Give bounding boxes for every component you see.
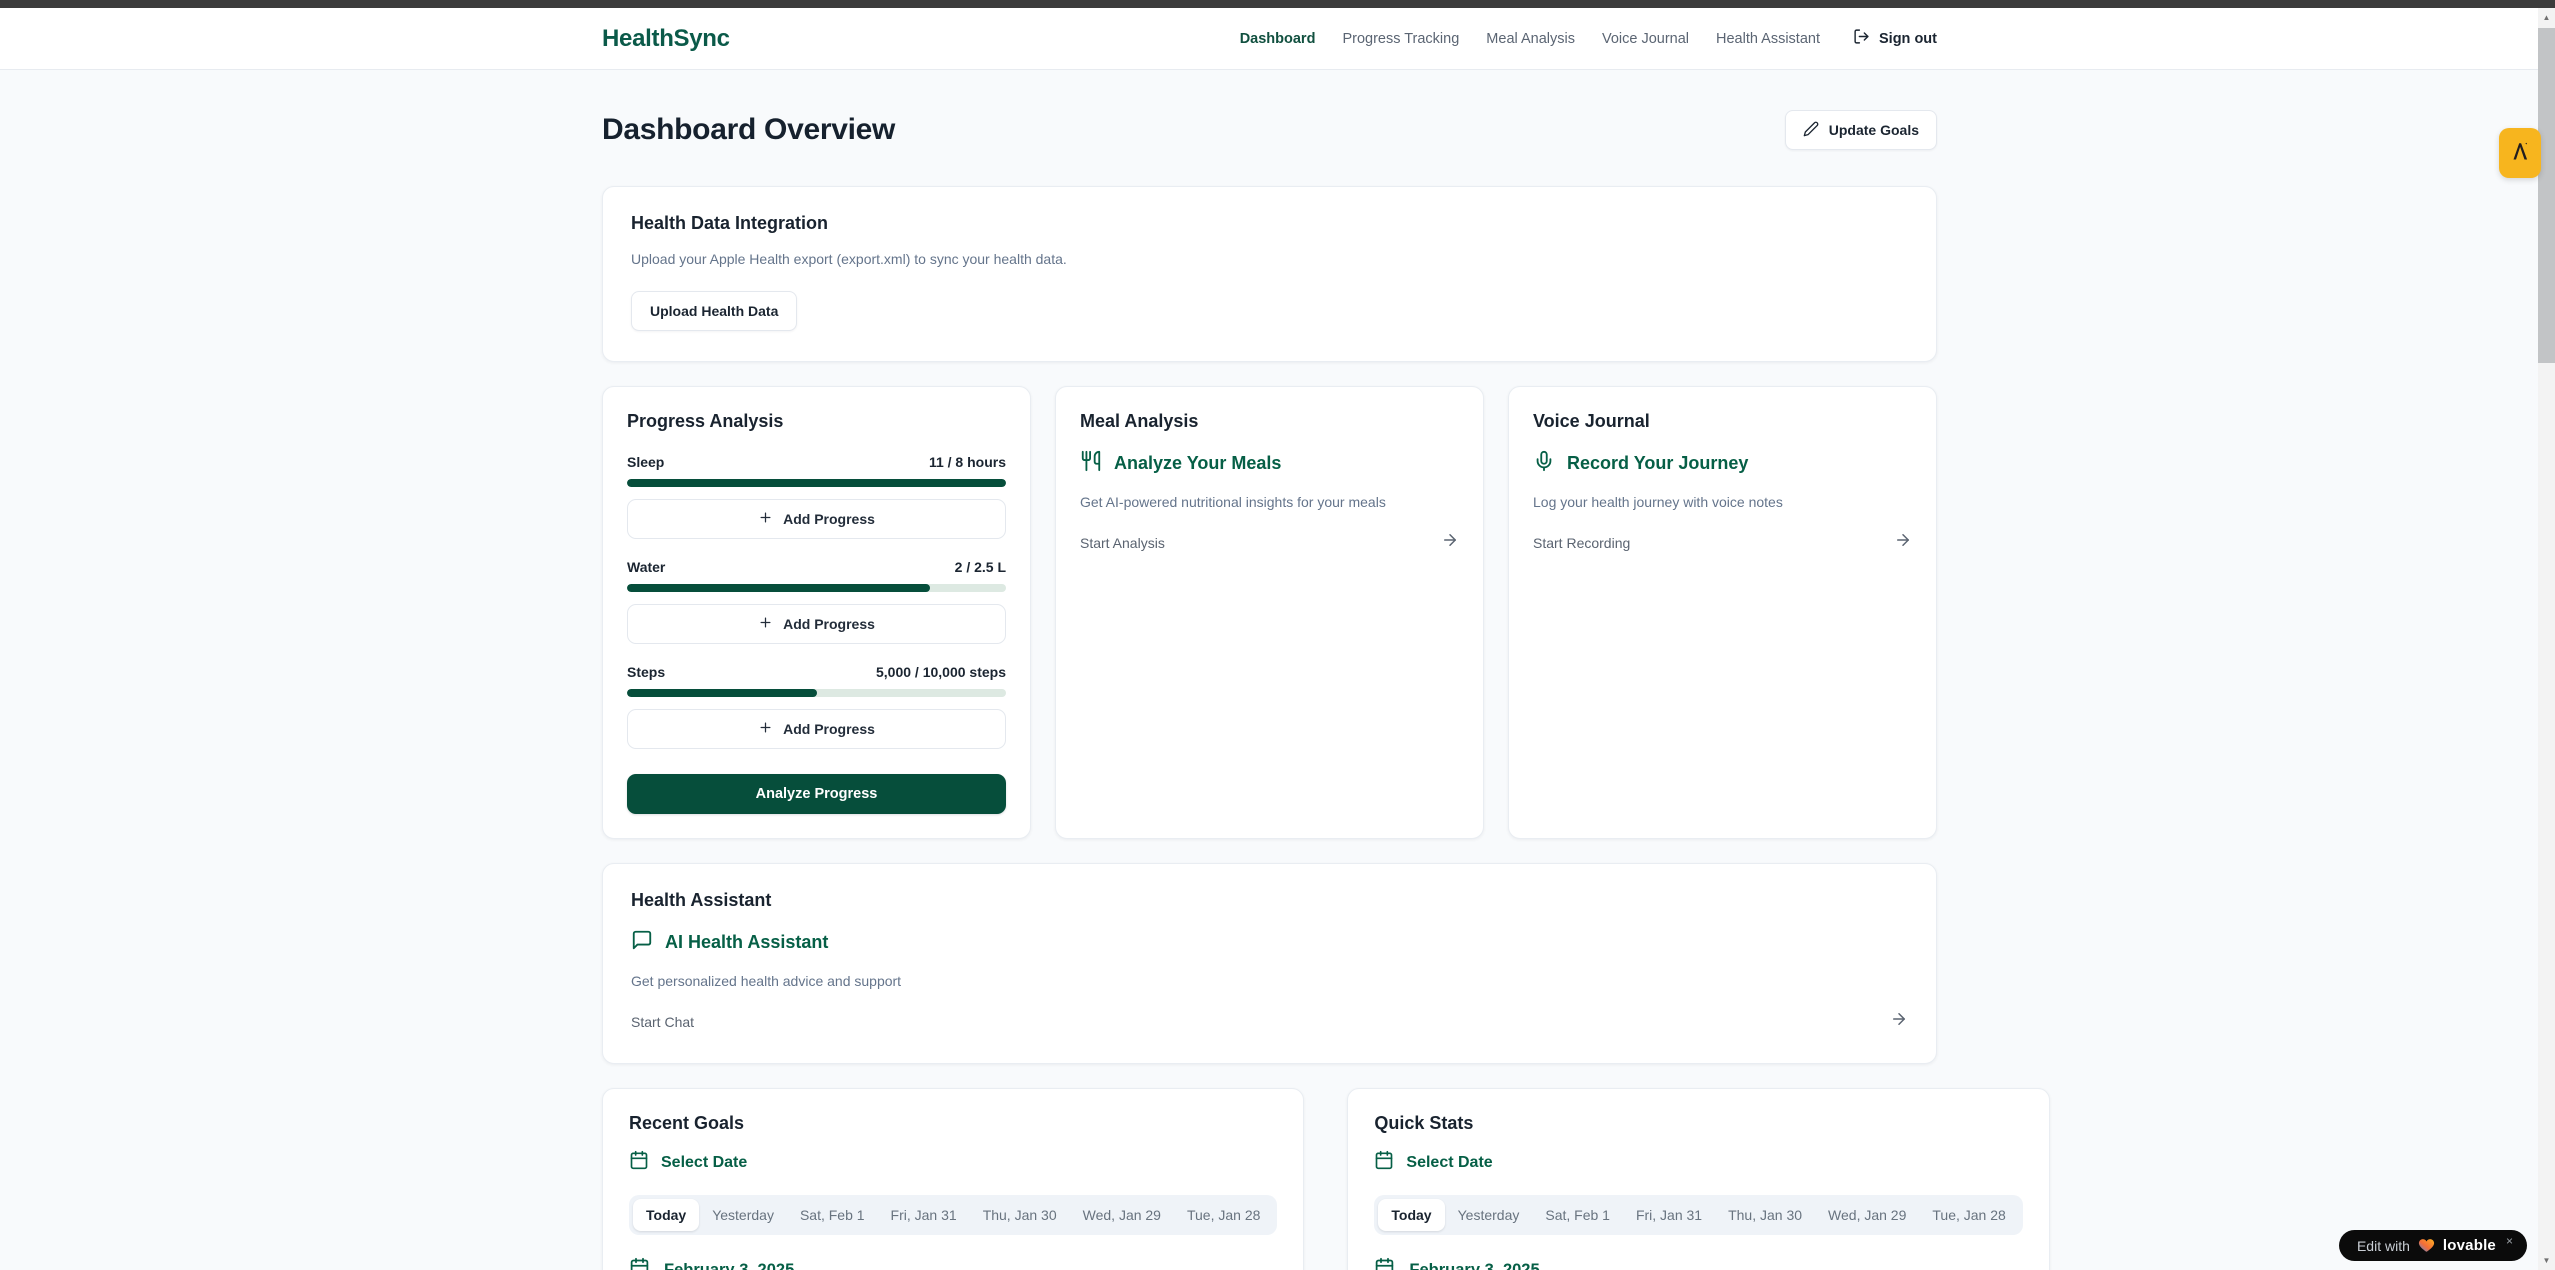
lovable-logo-icon — [2508, 139, 2532, 168]
steps-metric: Steps 5,000 / 10,000 steps Add Progress — [627, 664, 1006, 749]
scrollbar-thumb[interactable] — [2538, 28, 2555, 363]
start-recording-link[interactable]: Start Recording — [1533, 531, 1912, 554]
page-title: Dashboard Overview — [602, 113, 895, 147]
nav-dashboard[interactable]: Dashboard — [1240, 31, 1316, 47]
recent-goals-select-date[interactable]: Select Date — [629, 1150, 1277, 1175]
health-data-description: Upload your Apple Health export (export.… — [631, 251, 1908, 267]
quick-stats-selected-date: February 3, 2025 — [1374, 1257, 2022, 1270]
meal-analysis-card: Meal Analysis Analyze Your Meals Get AI-… — [1055, 386, 1484, 839]
sleep-metric: Sleep 11 / 8 hours Add Progress — [627, 454, 1006, 539]
voice-journal-card: Voice Journal Record Your Journey Log yo… — [1508, 386, 1937, 839]
water-add-progress-button[interactable]: Add Progress — [627, 604, 1006, 644]
record-your-journey-link[interactable]: Record Your Journey — [1533, 450, 1912, 477]
quick-stats-title: Quick Stats — [1374, 1113, 2022, 1134]
health-data-integration-card: Health Data Integration Upload your Appl… — [602, 186, 1937, 362]
chat-bubble-icon — [631, 929, 653, 956]
calendar-icon — [629, 1150, 649, 1175]
recent-goals-title: Recent Goals — [629, 1113, 1277, 1134]
health-data-title: Health Data Integration — [631, 213, 1908, 234]
meal-analysis-description: Get AI-powered nutritional insights for … — [1080, 494, 1459, 510]
upload-health-data-button[interactable]: Upload Health Data — [631, 291, 797, 331]
lovable-editor-badge[interactable] — [2499, 128, 2541, 178]
steps-value: 5,000 / 10,000 steps — [876, 664, 1006, 680]
ai-health-assistant-link[interactable]: AI Health Assistant — [631, 929, 1908, 956]
sleep-value: 11 / 8 hours — [929, 454, 1006, 470]
tab-tue-jan-28[interactable]: Tue, Jan 28 — [1919, 1199, 2018, 1231]
arrow-right-icon — [1441, 531, 1459, 554]
health-assistant-title: Health Assistant — [631, 890, 1908, 911]
utensils-icon — [1080, 450, 1102, 477]
scroll-up-arrow-icon[interactable]: ▲ — [2538, 9, 2555, 26]
progress-analysis-card: Progress Analysis Sleep 11 / 8 hours Add… — [602, 386, 1031, 839]
calendar-icon — [629, 1257, 650, 1270]
update-goals-button[interactable]: Update Goals — [1785, 110, 1937, 150]
tab-wed-jan-29[interactable]: Wed, Jan 29 — [1815, 1199, 1919, 1231]
water-value: 2 / 2.5 L — [955, 559, 1006, 575]
sign-out-label: Sign out — [1879, 31, 1937, 47]
sleep-add-progress-button[interactable]: Add Progress — [627, 499, 1006, 539]
progress-analysis-title: Progress Analysis — [627, 411, 1006, 432]
plus-icon — [758, 720, 773, 738]
sign-out-button[interactable]: Sign out — [1853, 28, 1937, 49]
app-logo[interactable]: HealthSync — [602, 25, 730, 53]
nav-health-assistant[interactable]: Health Assistant — [1716, 31, 1820, 47]
tab-tue-jan-28[interactable]: Tue, Jan 28 — [1174, 1199, 1273, 1231]
quick-stats-card: Quick Stats Select Date Today Yesterday … — [1347, 1088, 2049, 1270]
plus-icon — [758, 615, 773, 633]
app-header: HealthSync Dashboard Progress Tracking M… — [0, 8, 2555, 70]
meal-analysis-title: Meal Analysis — [1080, 411, 1459, 432]
steps-add-progress-button[interactable]: Add Progress — [627, 709, 1006, 749]
microphone-icon — [1533, 450, 1555, 477]
tab-fri-jan-31[interactable]: Fri, Jan 31 — [878, 1199, 970, 1231]
browser-top-bar — [0, 0, 2555, 8]
voice-journal-title: Voice Journal — [1533, 411, 1912, 432]
start-chat-link[interactable]: Start Chat — [631, 1010, 1908, 1033]
tab-fri-jan-31[interactable]: Fri, Jan 31 — [1623, 1199, 1715, 1231]
recent-goals-date-tabs: Today Yesterday Sat, Feb 1 Fri, Jan 31 T… — [629, 1195, 1277, 1235]
heart-icon — [2418, 1237, 2435, 1254]
steps-label: Steps — [627, 664, 665, 680]
health-assistant-description: Get personalized health advice and suppo… — [631, 973, 1908, 989]
tab-yesterday[interactable]: Yesterday — [1445, 1199, 1533, 1231]
analyze-progress-button[interactable]: Analyze Progress — [627, 774, 1006, 814]
sleep-progress-bar — [627, 479, 1006, 487]
tab-today[interactable]: Today — [1378, 1199, 1444, 1231]
tab-yesterday[interactable]: Yesterday — [699, 1199, 787, 1231]
voice-journal-description: Log your health journey with voice notes — [1533, 494, 1912, 510]
health-assistant-card: Health Assistant AI Health Assistant Get… — [602, 863, 1937, 1064]
scroll-down-arrow-icon[interactable]: ▼ — [2538, 1252, 2555, 1269]
tab-thu-jan-30[interactable]: Thu, Jan 30 — [970, 1199, 1070, 1231]
water-progress-bar — [627, 584, 1006, 592]
nav-progress-tracking[interactable]: Progress Tracking — [1342, 31, 1459, 47]
water-label: Water — [627, 559, 665, 575]
tab-sat-feb-1[interactable]: Sat, Feb 1 — [1532, 1199, 1623, 1231]
start-analysis-link[interactable]: Start Analysis — [1080, 531, 1459, 554]
close-icon[interactable]: × — [2506, 1234, 2513, 1248]
quick-stats-date-tabs: Today Yesterday Sat, Feb 1 Fri, Jan 31 T… — [1374, 1195, 2022, 1235]
steps-progress-bar — [627, 689, 1006, 697]
pencil-icon — [1803, 121, 1819, 140]
arrow-right-icon — [1890, 1010, 1908, 1033]
water-metric: Water 2 / 2.5 L Add Progress — [627, 559, 1006, 644]
analyze-your-meals-link[interactable]: Analyze Your Meals — [1080, 450, 1459, 477]
tab-wed-jan-29[interactable]: Wed, Jan 29 — [1070, 1199, 1174, 1231]
recent-goals-card: Recent Goals Select Date Today Yesterday… — [602, 1088, 1304, 1270]
log-out-icon — [1853, 28, 1870, 49]
nav-meal-analysis[interactable]: Meal Analysis — [1486, 31, 1575, 47]
recent-goals-selected-date: February 3, 2025 — [629, 1257, 1277, 1270]
calendar-icon — [1374, 1150, 1394, 1175]
arrow-right-icon — [1894, 531, 1912, 554]
edit-with-lovable-pill[interactable]: Edit with lovable × — [2339, 1230, 2527, 1261]
vertical-scrollbar[interactable]: ▲ ▼ — [2538, 8, 2555, 1270]
nav-voice-journal[interactable]: Voice Journal — [1602, 31, 1689, 47]
calendar-icon — [1374, 1257, 1395, 1270]
plus-icon — [758, 510, 773, 528]
main-nav: Dashboard Progress Tracking Meal Analysi… — [1240, 28, 1937, 49]
quick-stats-select-date[interactable]: Select Date — [1374, 1150, 2022, 1175]
tab-thu-jan-30[interactable]: Thu, Jan 30 — [1715, 1199, 1815, 1231]
tab-today[interactable]: Today — [633, 1199, 699, 1231]
tab-sat-feb-1[interactable]: Sat, Feb 1 — [787, 1199, 878, 1231]
sleep-label: Sleep — [627, 454, 664, 470]
